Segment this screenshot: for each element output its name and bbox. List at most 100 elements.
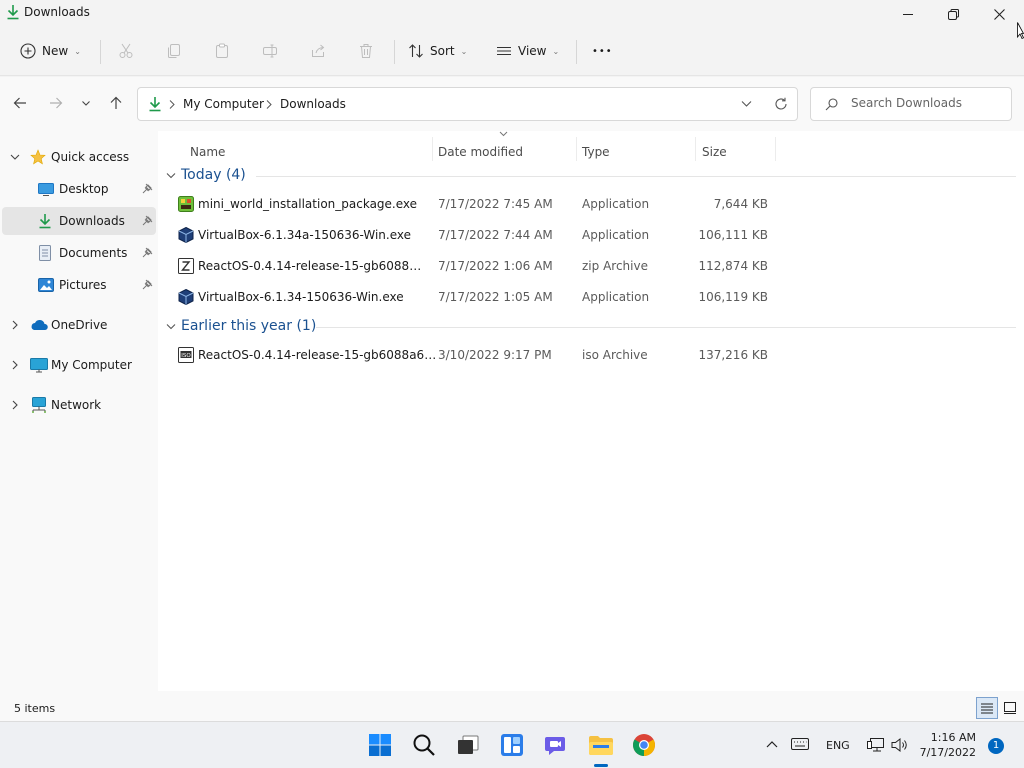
arrow-left-icon — [13, 96, 27, 110]
download-arrow-icon — [38, 213, 52, 229]
file-row[interactable]: VirtualBox-6.1.34a-150636-Win.exe 7/17/2… — [172, 221, 772, 249]
widgets-icon — [500, 733, 524, 757]
file-row[interactable]: ISO ReactOS-0.4.14-release-15-gb6088a6.i… — [172, 341, 772, 369]
file-date: 7/17/2022 7:45 AM — [438, 197, 553, 211]
cut-button[interactable] — [118, 38, 134, 64]
pin-icon[interactable] — [142, 279, 153, 290]
pin-icon[interactable] — [142, 215, 153, 226]
file-size: 137,216 KB — [698, 348, 768, 362]
touch-keyboard-button[interactable] — [790, 736, 810, 752]
new-button[interactable]: New ⌄ — [20, 38, 81, 64]
search-taskbar-button[interactable] — [411, 732, 437, 758]
file-row[interactable]: mini_world_installation_package.exe 7/17… — [172, 190, 772, 218]
sidebar-item-my-computer[interactable]: My Computer — [2, 351, 156, 379]
breadcrumb-my-computer[interactable]: My Computer — [183, 97, 264, 111]
chevron-down-icon: ⌄ — [552, 46, 560, 56]
chat-button[interactable] — [543, 732, 569, 758]
sidebar-item-downloads[interactable]: Downloads — [2, 207, 156, 235]
forward-button[interactable] — [46, 93, 66, 113]
chevron-right-icon — [266, 100, 272, 109]
wired-network-icon — [867, 737, 885, 753]
windows-logo-icon — [368, 733, 392, 757]
file-row[interactable]: ReactOS-0.4.14-release-15-gb6088a6-iso.z… — [172, 252, 772, 280]
file-type: Application — [582, 290, 650, 304]
file-row[interactable]: VirtualBox-6.1.34-150636-Win.exe 7/17/20… — [172, 283, 772, 311]
address-bar[interactable]: My Computer Downloads — [137, 87, 798, 121]
sidebar-item-onedrive[interactable]: OneDrive — [2, 311, 156, 339]
chevron-right-icon[interactable] — [10, 360, 20, 370]
volume-button[interactable] — [890, 736, 910, 754]
file-date: 3/10/2022 9:17 PM — [438, 348, 552, 362]
file-type: Application — [582, 228, 650, 242]
copy-button[interactable] — [166, 38, 182, 64]
paste-icon — [214, 43, 230, 59]
column-header-type[interactable]: Type — [582, 137, 610, 165]
back-button[interactable] — [10, 93, 30, 113]
sort-button[interactable]: Sort ⌄ — [408, 38, 467, 64]
delete-button[interactable] — [358, 38, 374, 64]
rename-button[interactable] — [262, 38, 278, 64]
chevron-right-icon[interactable] — [10, 320, 20, 330]
refresh-icon[interactable] — [774, 97, 788, 111]
task-view-button[interactable] — [455, 732, 481, 758]
more-options-button[interactable]: ••• — [592, 38, 613, 64]
zip-archive-icon — [178, 258, 194, 274]
close-button[interactable] — [976, 0, 1022, 28]
column-header-size[interactable]: Size — [702, 137, 727, 165]
start-button[interactable] — [367, 732, 393, 758]
restore-button[interactable] — [930, 0, 976, 28]
sidebar-item-network[interactable]: Network — [2, 391, 156, 419]
column-divider[interactable] — [695, 137, 696, 161]
view-label: View — [518, 44, 547, 58]
file-size: 7,644 KB — [713, 197, 768, 211]
show-hidden-icons-button[interactable] — [764, 736, 780, 752]
search-icon — [412, 733, 436, 757]
column-header-name[interactable]: Name — [190, 137, 225, 165]
input-language[interactable]: ENG — [826, 739, 850, 752]
file-explorer-taskbar-button[interactable] — [588, 732, 614, 758]
pin-icon[interactable] — [142, 183, 153, 194]
search-input[interactable] — [851, 96, 1001, 110]
active-app-indicator — [594, 764, 608, 767]
chevron-down-icon: ⌄ — [460, 46, 468, 56]
plus-circle-icon — [20, 43, 36, 59]
file-size: 106,119 KB — [698, 290, 768, 304]
download-arrow-icon — [148, 96, 162, 112]
share-button[interactable] — [310, 38, 326, 64]
minimize-button[interactable] — [885, 0, 931, 28]
sidebar-item-quick-access[interactable]: Quick access — [2, 143, 156, 171]
group-header-today[interactable]: Today (4) — [164, 164, 1016, 188]
large-icons-view-button[interactable] — [1000, 697, 1020, 719]
breadcrumb-downloads[interactable]: Downloads — [280, 97, 346, 111]
up-button[interactable] — [106, 93, 126, 113]
mouse-cursor-icon — [1017, 22, 1024, 40]
sidebar-item-desktop[interactable]: Desktop — [2, 175, 156, 203]
recent-locations-button[interactable] — [76, 93, 96, 113]
network-status-button[interactable] — [866, 736, 886, 754]
chevron-right-icon[interactable] — [10, 400, 20, 410]
address-dropdown-icon[interactable] — [741, 100, 752, 108]
file-name: ReactOS-0.4.14-release-15-gb6088a6-iso.z… — [198, 259, 424, 273]
sidebar-label: OneDrive — [51, 318, 108, 332]
view-button[interactable]: View ⌄ — [496, 38, 559, 64]
column-divider[interactable] — [576, 137, 577, 161]
sidebar-item-documents[interactable]: Documents — [2, 239, 156, 267]
notification-badge[interactable]: 1 — [988, 738, 1004, 754]
column-divider[interactable] — [775, 137, 776, 161]
file-name: VirtualBox-6.1.34-150636-Win.exe — [198, 290, 404, 304]
column-header-date-modified[interactable]: Date modified — [438, 137, 523, 165]
column-divider[interactable] — [432, 137, 433, 161]
paste-button[interactable] — [214, 38, 230, 64]
pin-icon[interactable] — [142, 247, 153, 258]
chrome-button[interactable] — [631, 732, 657, 758]
details-view-button[interactable] — [976, 697, 998, 719]
sidebar-label: Desktop — [59, 182, 109, 196]
group-header-earlier-this-year[interactable]: Earlier this year (1) — [164, 315, 1016, 339]
widgets-button[interactable] — [499, 732, 525, 758]
chevron-down-icon[interactable] — [10, 152, 20, 162]
sidebar-item-pictures[interactable]: Pictures — [2, 271, 156, 299]
cloud-icon — [30, 319, 48, 331]
search-box[interactable] — [810, 87, 1012, 121]
download-arrow-icon — [6, 4, 20, 20]
sidebar-label: Downloads — [59, 214, 125, 228]
